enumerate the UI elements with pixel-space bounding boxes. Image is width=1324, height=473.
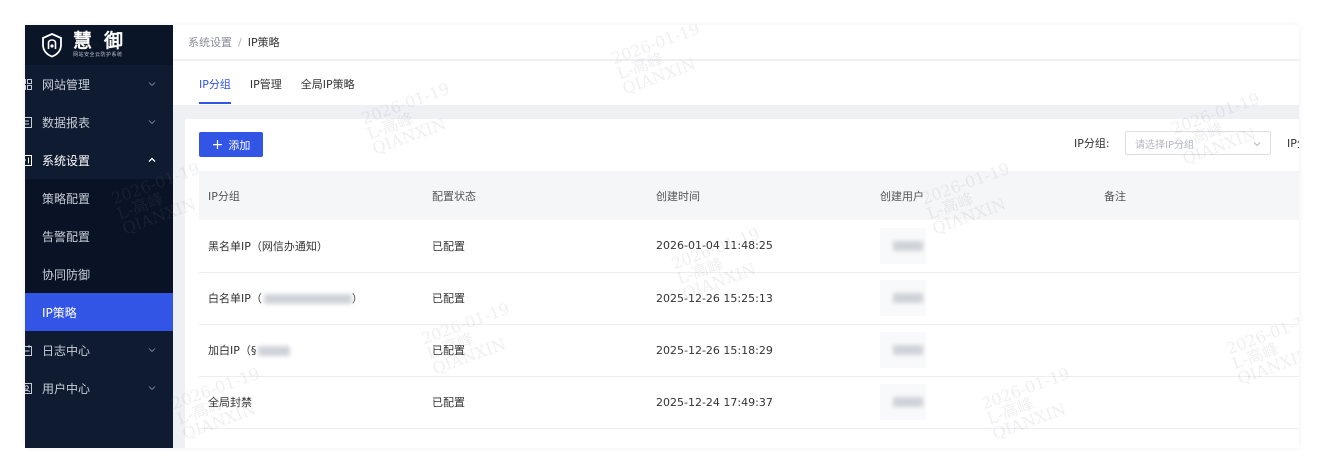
cell-note <box>1095 220 1299 273</box>
column-header-status: 配置状态 <box>423 171 647 220</box>
sidebar-item-label: 数据报表 <box>42 115 91 130</box>
cell-status: 已配置 <box>423 324 647 377</box>
sidebar-item-logs[interactable]: 日志中心 <box>25 331 173 369</box>
table-header-row: IP分组 配置状态 创建时间 创建用户 备注 <box>199 171 1299 220</box>
tab-ip-manage[interactable]: IP管理 <box>250 61 282 105</box>
chevron-up-icon <box>148 157 156 162</box>
column-header-ip-group: IP分组 <box>199 171 423 220</box>
add-button-label: 添加 <box>228 138 251 152</box>
add-button[interactable]: + 添加 <box>199 132 263 157</box>
column-header-creator: 创建用户 <box>871 171 1095 220</box>
tab-ip-group[interactable]: IP分组 <box>199 61 231 105</box>
cell-status: 已配置 <box>423 220 647 273</box>
toolbar: + 添加 IP分组: 请选择IP分组 IP分 <box>185 119 1299 171</box>
sidebar-item-label: 用户中心 <box>42 381 91 396</box>
cell-created-time: 2025-12-26 15:25:13 <box>647 272 871 325</box>
content-panel: + 添加 IP分组: 请选择IP分组 IP分 IP分组 配置状态 <box>185 119 1299 448</box>
cell-note <box>1095 324 1299 377</box>
redacted-text <box>263 294 352 304</box>
user-icon <box>25 382 32 394</box>
sidebar-item-policy-config[interactable]: 策略配置 <box>25 179 173 217</box>
sidebar-item-ip-policy[interactable]: IP策略 <box>25 293 173 331</box>
cell-note <box>1095 376 1299 429</box>
ip-group-select[interactable]: 请选择IP分组 <box>1125 131 1271 155</box>
chevron-down-icon <box>148 120 156 125</box>
cell-status: 已配置 <box>423 376 647 429</box>
sidebar-item-reports[interactable]: 数据报表 <box>25 103 173 141</box>
cell-note <box>1095 272 1299 325</box>
shield-logo-icon <box>42 33 62 58</box>
cell-created-time: 2026-01-04 11:48:25 <box>647 220 871 273</box>
main-area: 系统设置 / IP策略 IP分组 IP管理 全局IP策略 + 添加 IP分组: … <box>173 25 1299 448</box>
closing-paren: ） <box>351 292 363 305</box>
breadcrumb-separator: / <box>238 35 242 49</box>
sidebar-item-users[interactable]: 用户中心 <box>25 369 173 407</box>
chevron-down-icon <box>148 386 156 391</box>
cell-creator <box>871 272 1095 325</box>
chevron-down-icon <box>1253 142 1261 147</box>
ip-group-filter-label: IP分组: <box>1074 137 1110 150</box>
chevron-down-icon <box>148 82 156 87</box>
tab-global-ip-policy[interactable]: 全局IP策略 <box>301 61 355 105</box>
tabs-bar: IP分组 IP管理 全局IP策略 <box>173 61 1299 105</box>
plus-icon: + <box>211 136 224 153</box>
breadcrumb-parent[interactable]: 系统设置 <box>188 34 232 50</box>
cell-ip-group: 全局封禁 <box>199 376 423 429</box>
table-row[interactable]: 白名单IP（ ） 已配置 2025-12-26 15:25:13 <box>199 272 1299 325</box>
sidebar-item-label: 日志中心 <box>42 343 91 358</box>
cell-created-time: 2025-12-26 15:18:29 <box>647 324 871 377</box>
table-row[interactable]: 全局封禁 已配置 2025-12-24 17:49:37 <box>199 376 1299 429</box>
sidebar-item-label: 网站管理 <box>42 77 91 92</box>
table-row[interactable]: 加白IP（§ 已配置 2025-12-26 15:18:29 <box>199 324 1299 377</box>
app-window: 慧御 网站安全云防护系统 网站管理 数据报表 系统设置 策略配置 告警配置 协同… <box>25 25 1299 448</box>
chevron-down-icon <box>148 348 156 353</box>
sidebar-item-alert-config[interactable]: 告警配置 <box>25 217 173 255</box>
sidebar-item-settings[interactable]: 系统设置 <box>25 141 173 179</box>
breadcrumb-current: IP策略 <box>247 36 280 49</box>
log-icon <box>25 344 32 356</box>
report-icon <box>25 116 32 128</box>
ip-group-filter-label-2: IP分 <box>1287 137 1299 150</box>
ip-group-select-placeholder: 请选择IP分组 <box>1135 139 1194 151</box>
cell-created-time: 2025-12-24 17:49:37 <box>647 376 871 429</box>
brand-header: 慧御 网站安全云防护系统 <box>25 25 173 65</box>
sidebar-item-website[interactable]: 网站管理 <box>25 65 173 103</box>
redacted-user <box>880 332 926 368</box>
settings-icon <box>25 154 32 166</box>
cell-creator <box>871 220 1095 273</box>
settings-submenu: 策略配置 告警配置 协同防御 IP策略 <box>25 179 173 331</box>
cell-ip-group-text: 白名单IP（ <box>208 292 262 305</box>
sidebar: 慧御 网站安全云防护系统 网站管理 数据报表 系统设置 策略配置 告警配置 协同… <box>25 25 173 448</box>
cell-ip-group: 加白IP（§ <box>199 324 423 377</box>
grid-icon <box>25 78 32 90</box>
cell-ip-group-text: 加白IP（§ <box>208 344 257 357</box>
cell-creator <box>871 376 1095 429</box>
redacted-user <box>880 384 926 420</box>
column-header-note: 备注 <box>1095 171 1299 220</box>
sidebar-item-label: 系统设置 <box>42 153 91 168</box>
cell-creator <box>871 324 1095 377</box>
column-header-created-time: 创建时间 <box>647 171 871 220</box>
cell-ip-group: 白名单IP（ ） <box>199 272 423 325</box>
redacted-user <box>880 227 926 264</box>
breadcrumb: 系统设置 / IP策略 <box>173 25 1299 59</box>
table-row[interactable]: 黑名单IP（网信办通知） 已配置 2026-01-04 11:48:25 <box>199 220 1299 273</box>
redacted-text <box>258 346 291 356</box>
sidebar-item-collab-defense[interactable]: 协同防御 <box>25 255 173 293</box>
brand-subtitle: 网站安全云防护系统 <box>73 52 123 58</box>
redacted-user <box>880 280 926 316</box>
cell-ip-group: 黑名单IP（网信办通知） <box>199 220 423 273</box>
ip-group-table: IP分组 配置状态 创建时间 创建用户 备注 黑名单IP（网信办通知） 已配置 … <box>199 171 1299 429</box>
cell-status: 已配置 <box>423 272 647 325</box>
brand-name: 慧御 <box>73 30 136 52</box>
